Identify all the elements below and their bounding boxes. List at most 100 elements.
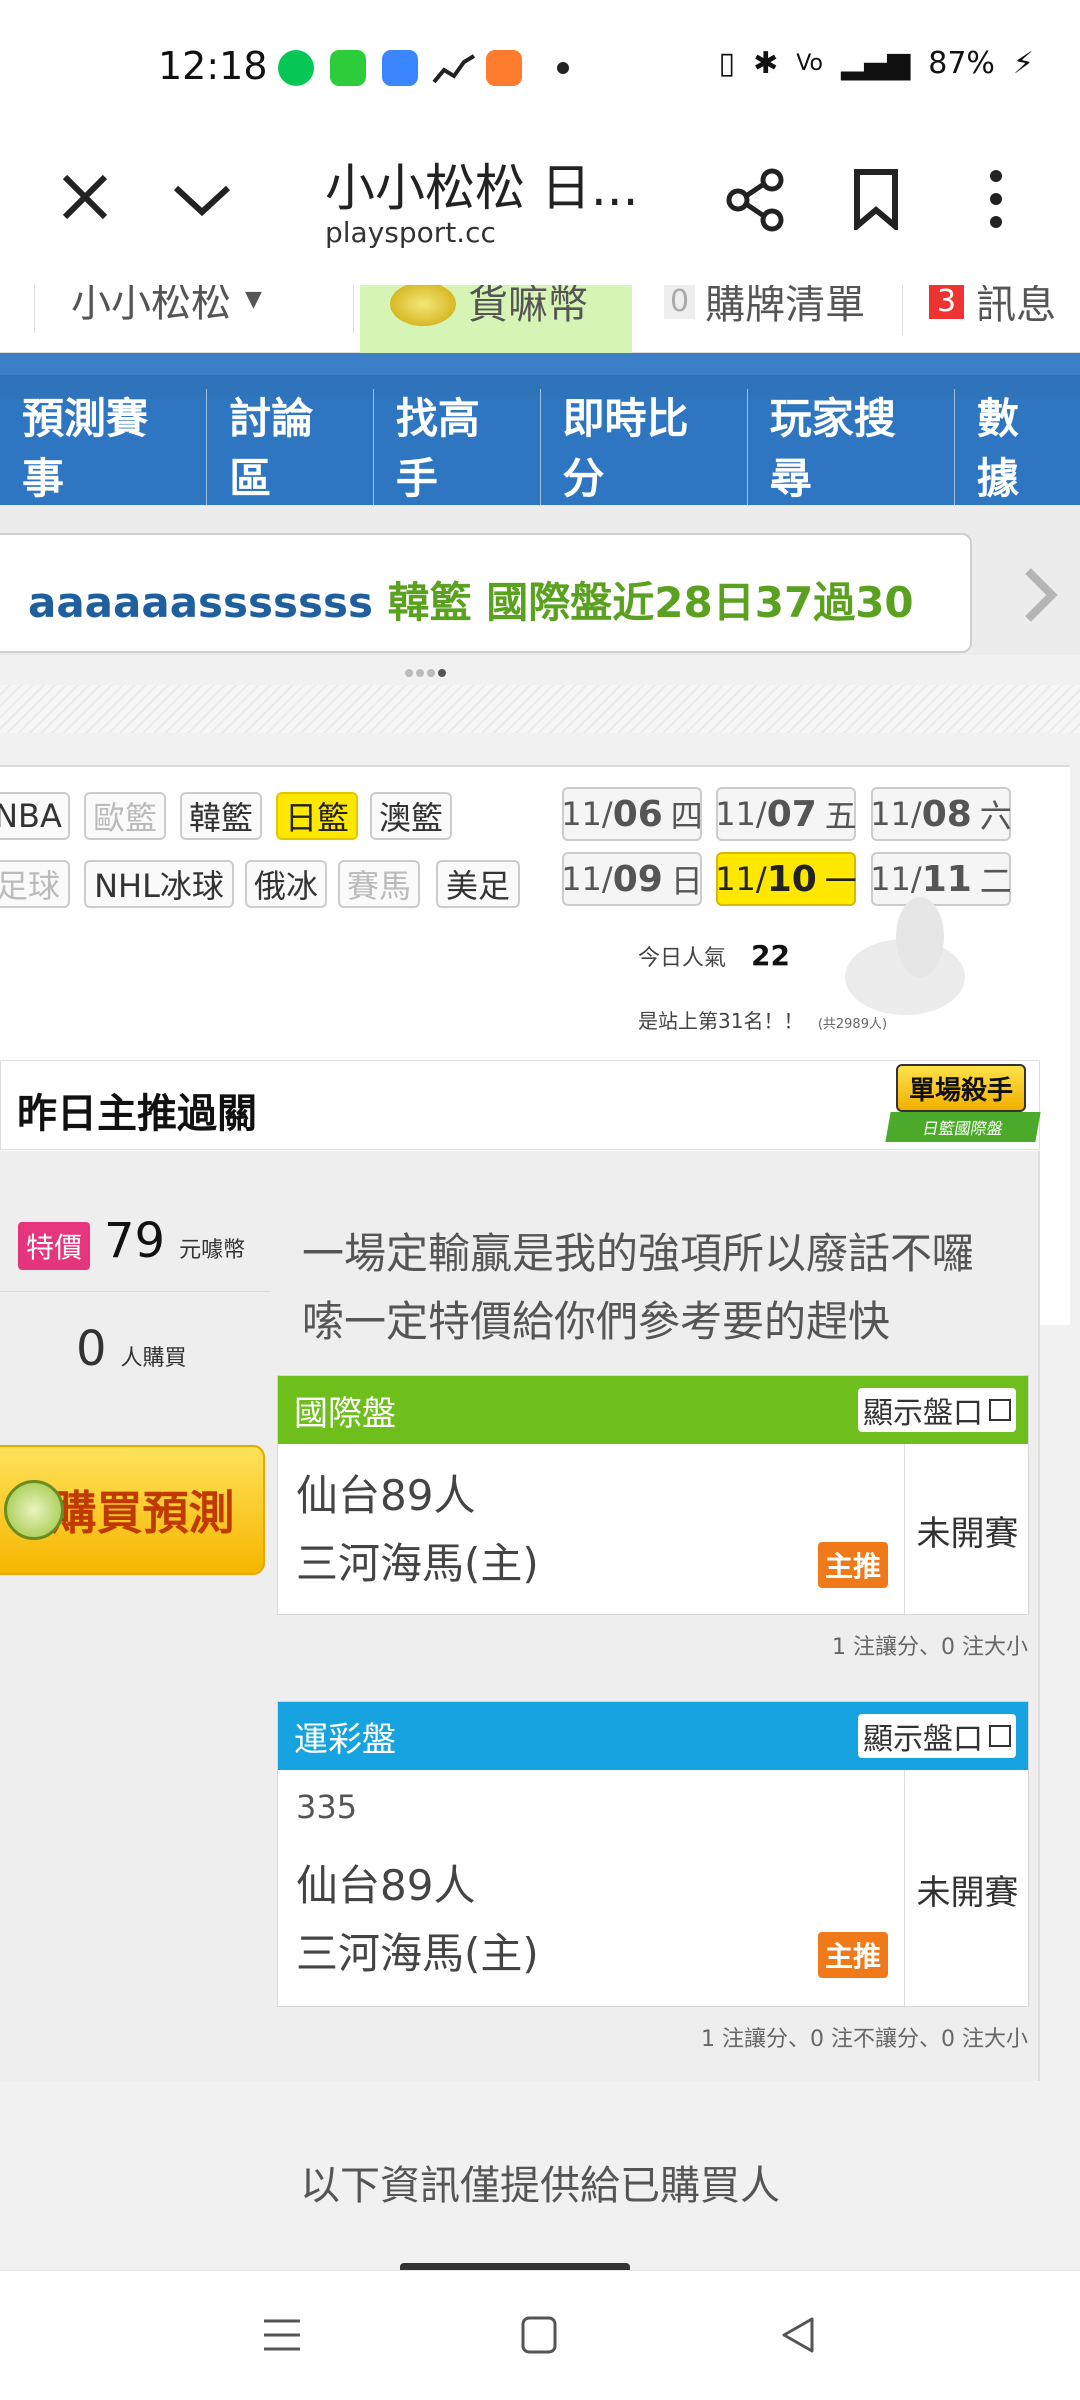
sport-chip[interactable]: 韓籃 — [180, 792, 262, 840]
market-header: 運彩盤 顯示盤口 — [278, 1702, 1028, 1770]
popularity-value: 22 — [751, 939, 790, 972]
nav-item[interactable]: 預測賽事 — [0, 389, 208, 509]
page-url[interactable]: playsport.cc — [325, 216, 496, 249]
vibrate-icon: ▯ — [718, 46, 736, 81]
nav-item[interactable]: 數據 — [955, 389, 1080, 509]
bluetooth-icon: ✱ — [753, 46, 779, 81]
date-month: 11/ — [561, 795, 613, 833]
cart-count: 0 — [664, 285, 696, 319]
date-day: 08 — [921, 793, 972, 835]
nav-item[interactable]: 玩家搜尋 — [748, 389, 955, 509]
sport-chip[interactable]: 美足 — [436, 860, 520, 908]
ticker-user: aaaaaasssssss — [28, 578, 374, 627]
date-weekday: 六 — [979, 797, 1012, 835]
page-title: 小小松松 日... — [325, 159, 639, 217]
price-divider — [0, 1291, 270, 1292]
away-team: 仙台89人 — [296, 1471, 476, 1520]
status-column: 未開賽 — [904, 1444, 1030, 1616]
game-code: 335 — [296, 1788, 358, 1826]
coin-button[interactable]: 貨嘛幣 — [360, 285, 632, 353]
market-body: 335 仙台89人 三河海馬(主) 主推 未開賽 — [278, 1770, 1028, 2008]
section-title: 昨日主推過關 — [17, 1091, 257, 1137]
home-icon[interactable] — [520, 2315, 558, 2355]
main-pick-tag: 主推 — [818, 1542, 889, 1588]
close-icon[interactable] — [60, 172, 110, 222]
show-odds-label: 顯示盤口 — [863, 1722, 983, 1757]
ticker-box[interactable]: aaaaaasssssss 韓籃 國際盤近28日37過30 — [0, 533, 972, 653]
more-options-icon[interactable] — [984, 168, 1008, 230]
sport-chip[interactable]: 澳籃 — [370, 792, 452, 840]
date-chip[interactable]: 11/08 六 — [870, 787, 1012, 841]
popularity: 今日人氣 22 — [638, 939, 790, 972]
user-name: 小小松松 — [71, 285, 231, 326]
message-button[interactable]: 3 訊息 — [902, 285, 1080, 335]
main-nav-items: 預測賽事 討論區 找高手 即時比分 玩家搜尋 數據 — [0, 389, 1080, 509]
market-card: 運彩盤 顯示盤口 335 仙台89人 三河海馬(主) 主推 未開賽 — [277, 1701, 1029, 2008]
chevron-right-icon[interactable] — [1020, 565, 1060, 625]
cart-button[interactable]: 0 購牌清單 — [640, 285, 895, 335]
web-page: 小小松松 ▼ 貨嘛幣 0 購牌清單 3 訊息 預測賽事 討論區 找高手 即時比分 玩家搜… — [0, 285, 1080, 2270]
chart-app-icon — [432, 54, 476, 84]
date-weekday: 日 — [670, 862, 703, 900]
nav-item[interactable]: 即時比分 — [541, 389, 748, 509]
date-month: 11/ — [715, 795, 767, 833]
home-team: 三河海馬(主) — [296, 1539, 539, 1588]
share-icon[interactable] — [724, 168, 788, 232]
killer-badge-subtitle: 日籃國際盤 — [885, 1112, 1041, 1142]
market-title: 運彩盤 — [294, 1719, 396, 1760]
show-odds-button[interactable]: 顯示盤口 — [858, 1714, 1016, 1758]
status-time: 12:18 — [158, 44, 268, 88]
grid-app-icon — [330, 50, 366, 86]
nav-item[interactable]: 找高手 — [374, 389, 541, 509]
main-nav: 預測賽事 討論區 找高手 即時比分 玩家搜尋 數據 — [0, 353, 1080, 509]
buyers-unit: 人購買 — [120, 1346, 187, 1371]
section-header: 昨日主推過關 — [0, 1060, 1040, 1150]
date-month: 11/ — [715, 860, 767, 898]
popularity-label: 今日人氣 — [638, 946, 727, 971]
sport-chip[interactable]: 日籃 — [276, 792, 358, 840]
bet-count-note: 1 注讓分、0 注不讓分、0 注大小 — [701, 2027, 1028, 2052]
buy-prediction-button[interactable]: 購買預測 — [0, 1445, 265, 1575]
carousel-dots — [404, 664, 450, 683]
line-app-icon — [278, 50, 314, 86]
away-team: 仙台89人 — [296, 1861, 476, 1910]
market-body: 仙台89人三河海馬(主) 主推 未開賽 — [278, 1444, 1028, 1616]
square-app-icon — [382, 50, 418, 86]
message-count: 3 — [929, 285, 965, 319]
bookmark-icon[interactable] — [852, 168, 900, 230]
market-header: 國際盤 顯示盤口 — [278, 1376, 1028, 1444]
date-chip[interactable]: 11/06 四 — [561, 787, 703, 841]
buyers-count: 0 — [76, 1321, 107, 1377]
price-unit: 元噱幣 — [179, 1238, 246, 1263]
game-app-icon — [486, 50, 522, 86]
sport-chip[interactable]: NBA — [0, 792, 70, 840]
date-month: 11/ — [561, 860, 613, 898]
date-day: 06 — [612, 793, 663, 835]
recent-apps-icon[interactable] — [262, 2317, 302, 2353]
prediction-description: 一場定輸贏是我的強項所以廢話不囉嗦一定特價給你們參考要的趕快 — [302, 1229, 975, 1346]
date-month: 11/ — [870, 795, 922, 833]
sport-chip[interactable]: NHL冰球 — [84, 860, 234, 908]
partial-button — [400, 2263, 630, 2270]
date-chip[interactable]: 11/07 五 — [715, 787, 857, 841]
user-strip: 小小松松 ▼ 貨嘛幣 0 購牌清單 3 訊息 — [0, 285, 1080, 353]
date-day: 11 — [921, 858, 972, 900]
status-right: ▯ ✱ Vo ▂▄▆ 87% ⚡ — [719, 46, 1034, 81]
date-chip[interactable]: 11/09 日 — [561, 852, 703, 906]
user-menu[interactable]: 小小松松 ▼ — [34, 285, 354, 333]
signal-icon: ▂▄▆ — [841, 46, 911, 81]
show-odds-button[interactable]: 顯示盤口 — [858, 1388, 1016, 1432]
main-pick-tag: 主推 — [818, 1932, 889, 1978]
status-column: 未開賽 — [904, 1770, 1030, 2008]
buy-button-label: 購買預測 — [50, 1486, 235, 1540]
mascot-watermark-icon — [845, 897, 965, 1015]
nav-item[interactable]: 討論區 — [207, 389, 374, 509]
price-value: 79 — [104, 1213, 166, 1269]
date-weekday: 四 — [670, 797, 703, 835]
date-day: 07 — [766, 793, 817, 835]
sport-chip[interactable]: 俄冰 — [245, 860, 327, 908]
chevron-down-icon[interactable] — [172, 182, 232, 218]
killer-badge: 單場殺手 日籃國際盤 — [885, 1060, 1041, 1150]
sport-chip: 賽馬 — [338, 860, 420, 908]
back-icon[interactable] — [778, 2315, 818, 2355]
